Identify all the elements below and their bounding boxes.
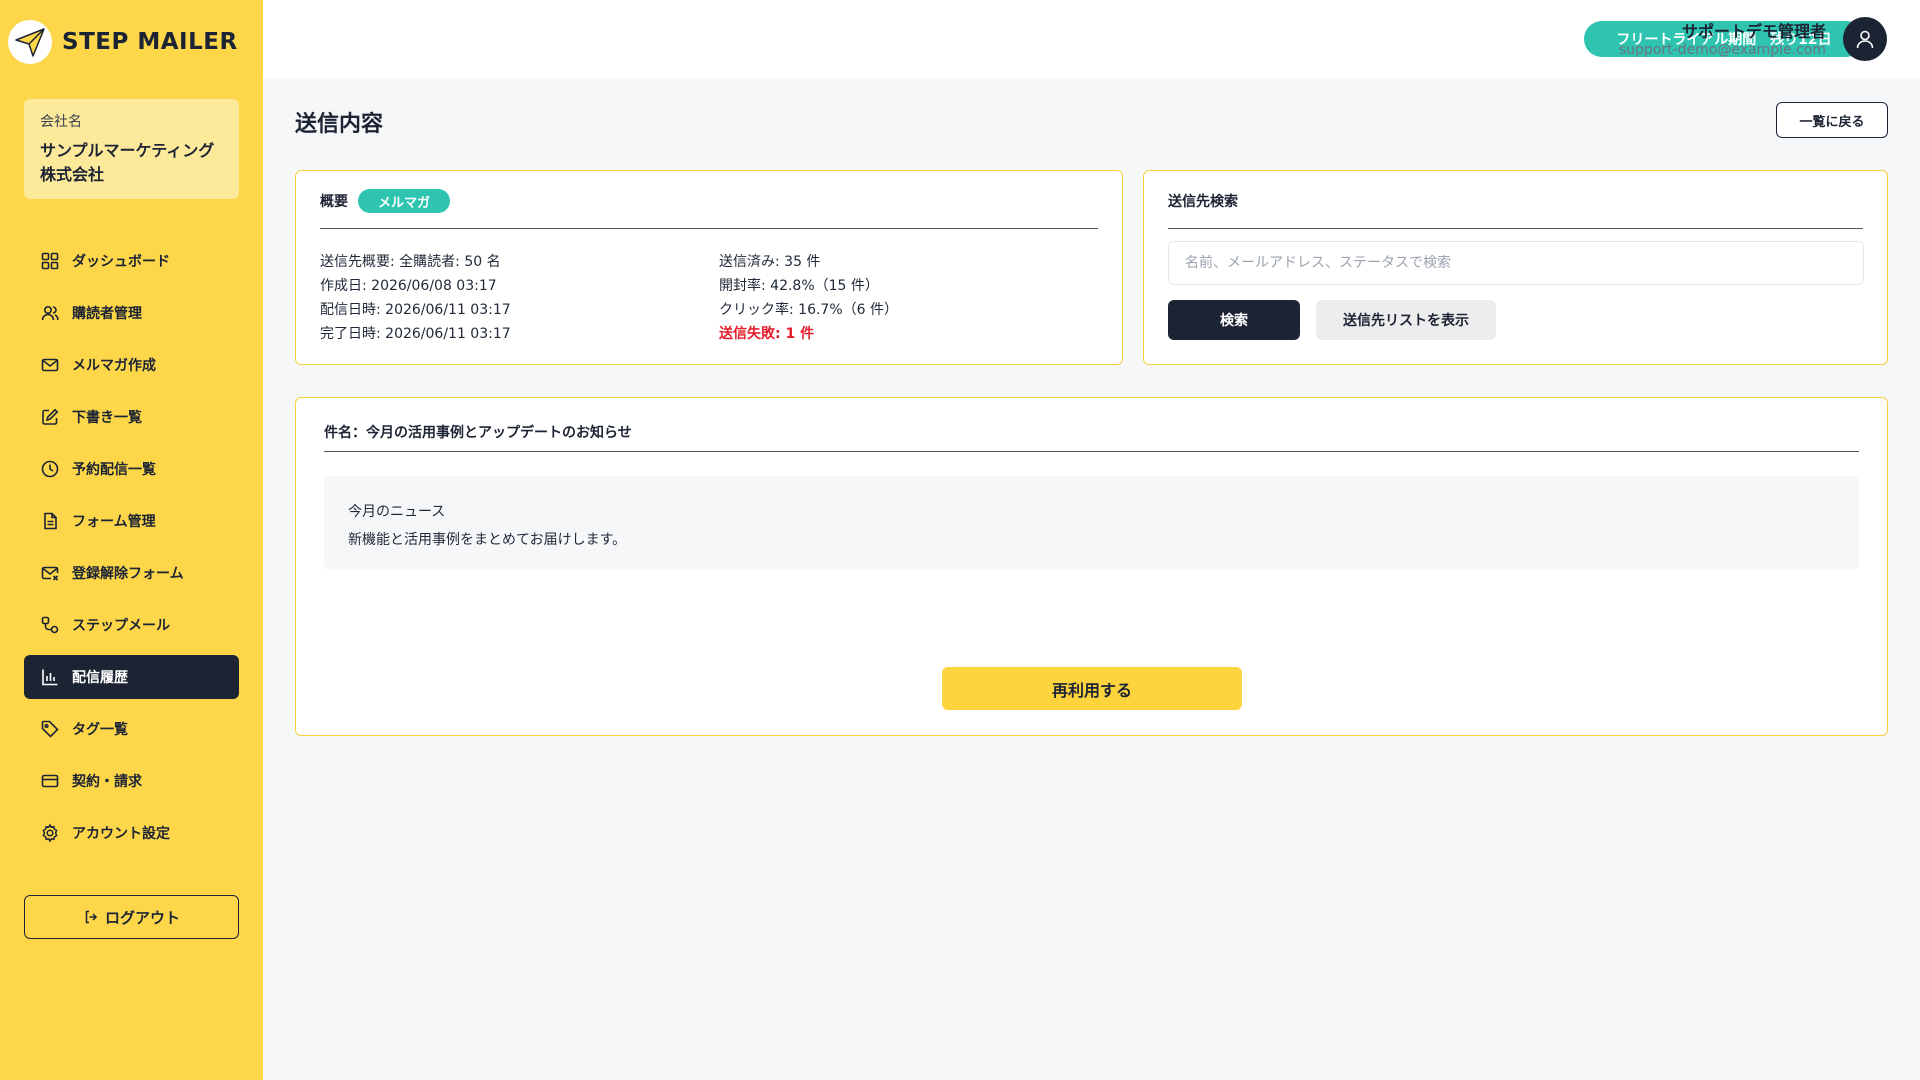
mail-body: 今月のニュース 新機能と活用事例をまとめてお届けします。 <box>324 476 1859 570</box>
logout-icon <box>85 910 98 924</box>
bar-chart-icon <box>42 669 58 686</box>
sidebar-item-billing[interactable]: 契約・請求 <box>24 759 239 803</box>
sidebar-item-scheduled[interactable]: 予約配信一覧 <box>24 447 239 491</box>
sidebar-item-label: ステップメール <box>72 618 170 634</box>
sidebar-nav: ダッシュボード 購読者管理 メルマガ作成 下書き一覧 予約配信一覧 フォーム管理… <box>24 239 239 863</box>
created-date: 作成日: 2026/06/08 03:17 <box>320 278 497 294</box>
mail-icon <box>41 358 59 372</box>
mail-subject: 件名：今月の活用事例とアップデートのお知らせ <box>324 422 1859 452</box>
mail-x-icon <box>41 566 59 581</box>
overview-details: 送信先概要: 全購読者: 50 名 作成日: 2026/06/08 03:17 … <box>320 250 511 346</box>
sidebar-item-label: アカウント設定 <box>72 826 170 842</box>
mail-content-card: 件名：今月の活用事例とアップデートのお知らせ 今月のニュース 新機能と活用事例を… <box>295 397 1888 736</box>
sidebar-item-newsletter[interactable]: メルマガ作成 <box>24 343 239 387</box>
recipient-search-header: 送信先検索 <box>1168 191 1863 229</box>
paper-plane-icon <box>8 20 52 64</box>
recipient-summary: 送信先概要: 全購読者: 50 名 <box>320 254 501 270</box>
delivery-date: 配信日時: 2026/06/11 03:17 <box>320 302 511 318</box>
page-title: 送信内容 <box>295 112 384 137</box>
sidebar-item-label: 契約・請求 <box>72 774 142 790</box>
user-name: サポートデモ管理者 <box>1681 22 1826 41</box>
step-icon <box>41 616 59 634</box>
sidebar-item-label: タグ一覧 <box>72 722 128 738</box>
sidebar-item-tags[interactable]: タグ一覧 <box>24 707 239 751</box>
overview-stats: 送信済み: 35 件 開封率: 42.8%（15 件） クリック率: 16.7%… <box>719 250 898 346</box>
tag-icon <box>41 720 59 738</box>
sidebar: STEP MAILER 会社名 サンプルマーケティング 株式会社 ダッシュボード… <box>0 0 263 1080</box>
document-icon <box>44 512 57 530</box>
dashboard-icon <box>41 252 59 270</box>
sidebar-item-history[interactable]: 配信履歴 <box>24 655 239 699</box>
click-rate: クリック率: 16.7%（6 件） <box>719 302 898 318</box>
failed-count: 送信失敗: 1 件 <box>719 326 815 342</box>
type-badge: メルマガ <box>358 189 451 213</box>
sidebar-item-label: 登録解除フォーム <box>72 566 184 582</box>
sidebar-item-label: 下書き一覧 <box>72 410 142 426</box>
user-icon <box>1856 30 1874 49</box>
mail-body-line: 新機能と活用事例をまとめてお届けします。 <box>348 532 627 548</box>
open-rate: 開封率: 42.8%（15 件） <box>719 278 879 294</box>
overview-heading: 概要 <box>320 194 348 210</box>
gear-icon <box>42 823 58 843</box>
sidebar-item-label: 配信履歴 <box>72 670 128 686</box>
overview-header: 概要 メルマガ <box>320 189 1098 229</box>
company-name-line1: サンプルマーケティング <box>40 141 215 160</box>
avatar[interactable] <box>1843 17 1887 61</box>
back-to-list-button[interactable]: 一覧に戻る <box>1776 102 1888 138</box>
sidebar-item-account-settings[interactable]: アカウント設定 <box>24 811 239 855</box>
sidebar-item-dashboard[interactable]: ダッシュボード <box>24 239 239 283</box>
user-email: support-demo@example.com <box>1618 42 1826 58</box>
sidebar-item-label: 予約配信一覧 <box>72 462 156 478</box>
app-logo[interactable]: STEP MAILER <box>8 20 238 64</box>
sidebar-item-drafts[interactable]: 下書き一覧 <box>24 395 239 439</box>
edit-icon <box>42 408 59 425</box>
card-icon <box>41 774 59 788</box>
overview-card: 概要 メルマガ 送信先概要: 全購読者: 50 名 作成日: 2026/06/0… <box>295 170 1123 365</box>
sidebar-item-label: ダッシュボード <box>72 254 170 270</box>
company-label: 会社名 <box>40 114 82 130</box>
logout-button[interactable]: ログアウト <box>24 895 239 939</box>
clock-icon <box>41 460 59 478</box>
company-info: 会社名 サンプルマーケティング 株式会社 <box>24 99 239 199</box>
users-icon <box>41 305 59 321</box>
sidebar-item-label: フォーム管理 <box>72 514 156 530</box>
show-recipient-list-button[interactable]: 送信先リストを表示 <box>1316 300 1496 340</box>
recipient-search-input[interactable] <box>1168 241 1864 285</box>
sent-count: 送信済み: 35 件 <box>719 254 821 270</box>
recipient-search-card: 送信先検索 検索 送信先リストを表示 <box>1143 170 1888 365</box>
logout-label: ログアウト <box>104 908 180 927</box>
mail-body-line: 今月のニュース <box>348 504 446 520</box>
reuse-button[interactable]: 再利用する <box>942 667 1242 710</box>
search-button[interactable]: 検索 <box>1168 300 1300 340</box>
sidebar-item-label: メルマガ作成 <box>72 358 156 374</box>
company-name-line2: 株式会社 <box>40 165 105 184</box>
sidebar-item-label: 購読者管理 <box>72 306 142 322</box>
sidebar-item-subscribers[interactable]: 購読者管理 <box>24 291 239 335</box>
top-header: フリートライアル期間 残り12日 サポートデモ管理者 support-demo@… <box>263 0 1920 78</box>
app-name: STEP MAILER <box>62 29 238 55</box>
sidebar-item-unsubscribe[interactable]: 登録解除フォーム <box>24 551 239 595</box>
recipient-search-heading: 送信先検索 <box>1168 194 1238 210</box>
sidebar-item-forms[interactable]: フォーム管理 <box>24 499 239 543</box>
sidebar-item-step-mail[interactable]: ステップメール <box>24 603 239 647</box>
company-name: サンプルマーケティング 株式会社 <box>40 139 223 187</box>
completed-date: 完了日時: 2026/06/11 03:17 <box>320 326 511 342</box>
